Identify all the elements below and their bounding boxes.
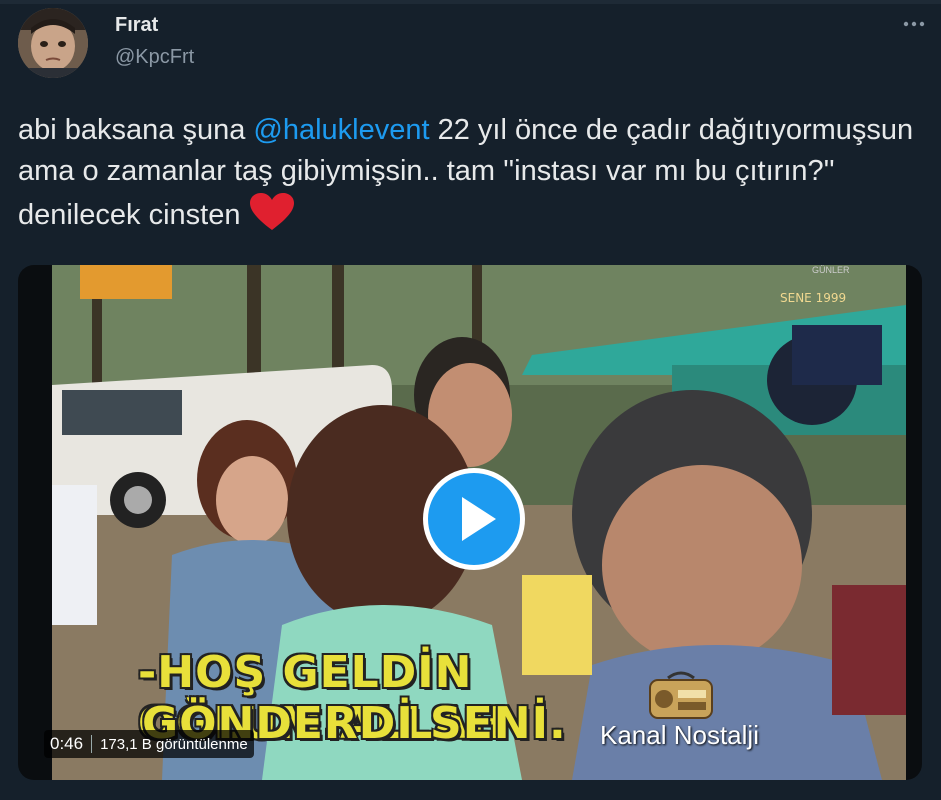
video-info-badge: 0:46 173,1 B görüntülenme (44, 730, 254, 758)
tweet-text-start: abi baksana şuna (18, 114, 254, 146)
more-options-icon[interactable] (901, 14, 927, 34)
badge-divider (91, 735, 93, 753)
channel-watermark: Kanal Nostalji (600, 720, 759, 750)
channel-corner-box (80, 265, 172, 299)
mention-link[interactable]: @haluklevent (253, 114, 429, 146)
author-name[interactable]: Fırat (115, 14, 158, 37)
radio-logo-icon (646, 670, 716, 722)
avatar[interactable] (18, 8, 88, 78)
avatar-image (18, 8, 88, 78)
tweet-text: abi baksana şuna @haluklevent 22 yıl önc… (18, 110, 918, 236)
video-player[interactable]: GÜNLER SENE 1999 -HOŞ GELDİN OĞLUM.ALLAH… (18, 265, 922, 780)
corner-label: GÜNLER (812, 265, 850, 275)
play-icon (423, 468, 525, 570)
video-duration: 0:46 (50, 734, 84, 753)
heart-icon (248, 192, 296, 232)
author-handle[interactable]: @KpcFrt (115, 46, 194, 69)
year-label: SENE 1999 (780, 291, 847, 305)
view-count: 173,1 B görüntülenme (100, 735, 248, 753)
tweet: Fırat @KpcFrt abi baksana şuna @haluklev… (0, 0, 941, 800)
play-button[interactable] (420, 465, 528, 573)
